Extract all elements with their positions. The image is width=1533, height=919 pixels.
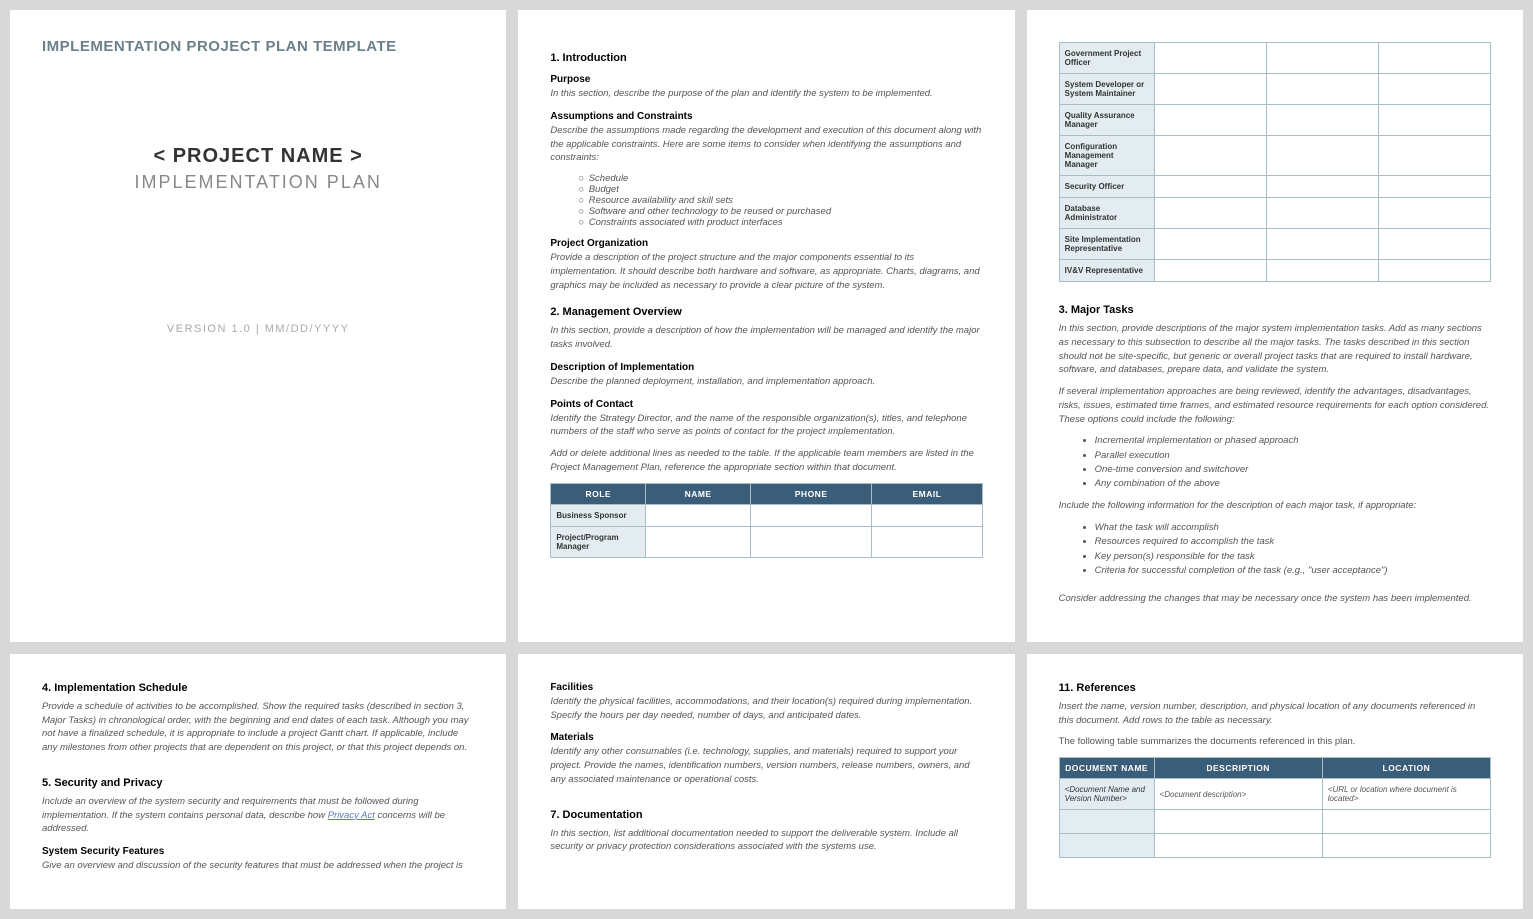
section-11-title: 11. References: [1059, 682, 1491, 694]
table-row: Quality Assurance Manager: [1059, 105, 1490, 136]
section-7-desc: In this section, list additional documen…: [550, 827, 982, 855]
list-item: Software and other technology to be reus…: [578, 206, 982, 217]
table-row: [1059, 834, 1490, 858]
title-block: < PROJECT NAME > IMPLEMENTATION PLAN: [42, 145, 474, 193]
section-11-desc-1: Insert the name, version number, descrip…: [1059, 700, 1491, 728]
table-row: System Developer or System Maintainer: [1059, 74, 1490, 105]
page-5-facilities: Facilities Identify the physical facilit…: [518, 654, 1014, 909]
list-item: Constraints associated with product inte…: [578, 217, 982, 228]
purpose-heading: Purpose: [550, 74, 982, 85]
th-doc-name: DOCUMENT NAME: [1059, 758, 1154, 779]
th-description: DESCRIPTION: [1154, 758, 1322, 779]
section-3-desc-1: In this section, provide descriptions of…: [1059, 322, 1491, 377]
table-row: <Document Name and Version Number> <Docu…: [1059, 779, 1490, 810]
implementation-plan-subtitle: IMPLEMENTATION PLAN: [42, 172, 474, 193]
table-row: Project/Program Manager: [551, 526, 982, 557]
section-11-desc-2: The following table summarizes the docum…: [1059, 735, 1491, 749]
section-3-title: 3. Major Tasks: [1059, 304, 1491, 316]
poc-table-continued: Government Project Officer System Develo…: [1059, 42, 1491, 282]
page-2-intro: 1. Introduction Purpose In this section,…: [518, 10, 1014, 642]
facilities-heading: Facilities: [550, 682, 982, 693]
list-item: Any combination of the above: [1095, 477, 1491, 491]
template-header: IMPLEMENTATION PROJECT PLAN TEMPLATE: [42, 38, 474, 55]
assumptions-list: Schedule Budget Resource availability an…: [578, 173, 982, 228]
poc-desc-1: Identify the Strategy Director, and the …: [550, 412, 982, 440]
version-line: VERSION 1.0 | MM/DD/YYYY: [42, 323, 474, 335]
list-item: Resources required to accomplish the tas…: [1095, 535, 1491, 549]
desc-impl-heading: Description of Implementation: [550, 362, 982, 373]
section-2-desc: In this section, provide a description o…: [550, 324, 982, 352]
references-table: DOCUMENT NAME DESCRIPTION LOCATION <Docu…: [1059, 757, 1491, 858]
table-row: [1059, 810, 1490, 834]
privacy-act-link[interactable]: Privacy Act: [328, 810, 375, 821]
section-5-desc: Include an overview of the system securi…: [42, 795, 474, 836]
purpose-desc: In this section, describe the purpose of…: [550, 87, 982, 101]
section-7-title: 7. Documentation: [550, 809, 982, 821]
assumptions-desc: Describe the assumptions made regarding …: [550, 124, 982, 165]
th-name: NAME: [646, 483, 751, 504]
page-1-title: IMPLEMENTATION PROJECT PLAN TEMPLATE < P…: [10, 10, 506, 642]
ssf-heading: System Security Features: [42, 846, 474, 857]
th-role: ROLE: [551, 483, 646, 504]
page-4-schedule: 4. Implementation Schedule Provide a sch…: [10, 654, 506, 909]
th-phone: PHONE: [750, 483, 871, 504]
list-item: Incremental implementation or phased app…: [1095, 434, 1491, 448]
section-5-title: 5. Security and Privacy: [42, 777, 474, 789]
page-3-major-tasks: Government Project Officer System Develo…: [1027, 10, 1523, 642]
table-row: Business Sponsor: [551, 504, 982, 526]
facilities-desc: Identify the physical facilities, accomm…: [550, 695, 982, 723]
materials-desc: Identify any other consumables (i.e. tec…: [550, 745, 982, 786]
poc-heading: Points of Contact: [550, 399, 982, 410]
list-item: Key person(s) responsible for the task: [1095, 550, 1491, 564]
list-item: Schedule: [578, 173, 982, 184]
section-3-desc-3: Include the following information for th…: [1059, 499, 1491, 513]
list-item: Parallel execution: [1095, 449, 1491, 463]
th-email: EMAIL: [872, 483, 982, 504]
table-row: Government Project Officer: [1059, 43, 1490, 74]
task-info-list: What the task will accomplish Resources …: [1095, 521, 1491, 578]
list-item: Resource availability and skill sets: [578, 195, 982, 206]
page-6-references: 11. References Insert the name, version …: [1027, 654, 1523, 909]
desc-impl-desc: Describe the planned deployment, install…: [550, 375, 982, 389]
org-heading: Project Organization: [550, 238, 982, 249]
list-item: Budget: [578, 184, 982, 195]
table-row: Database Administrator: [1059, 198, 1490, 229]
section-3-desc-2: If several implementation approaches are…: [1059, 385, 1491, 426]
section-3-desc-4: Consider addressing the changes that may…: [1059, 592, 1491, 606]
list-item: What the task will accomplish: [1095, 521, 1491, 535]
table-row: Configuration Management Manager: [1059, 136, 1490, 176]
project-name: < PROJECT NAME >: [42, 145, 474, 168]
table-row: Security Officer: [1059, 176, 1490, 198]
assumptions-heading: Assumptions and Constraints: [550, 111, 982, 122]
section-1-title: 1. Introduction: [550, 52, 982, 64]
page-grid: IMPLEMENTATION PROJECT PLAN TEMPLATE < P…: [10, 10, 1523, 909]
poc-desc-2: Add or delete additional lines as needed…: [550, 447, 982, 475]
section-4-desc: Provide a schedule of activities to be a…: [42, 700, 474, 755]
th-location: LOCATION: [1322, 758, 1490, 779]
table-row: IV&V Representative: [1059, 260, 1490, 282]
ssf-desc: Give an overview and discussion of the s…: [42, 859, 474, 873]
list-item: One-time conversion and switchover: [1095, 463, 1491, 477]
approach-list: Incremental implementation or phased app…: [1095, 434, 1491, 491]
org-desc: Provide a description of the project str…: [550, 251, 982, 292]
list-item: Criteria for successful completion of th…: [1095, 564, 1491, 578]
materials-heading: Materials: [550, 732, 982, 743]
poc-table: ROLE NAME PHONE EMAIL Business Sponsor P…: [550, 483, 982, 558]
section-2-title: 2. Management Overview: [550, 306, 982, 318]
section-4-title: 4. Implementation Schedule: [42, 682, 474, 694]
table-row: Site Implementation Representative: [1059, 229, 1490, 260]
